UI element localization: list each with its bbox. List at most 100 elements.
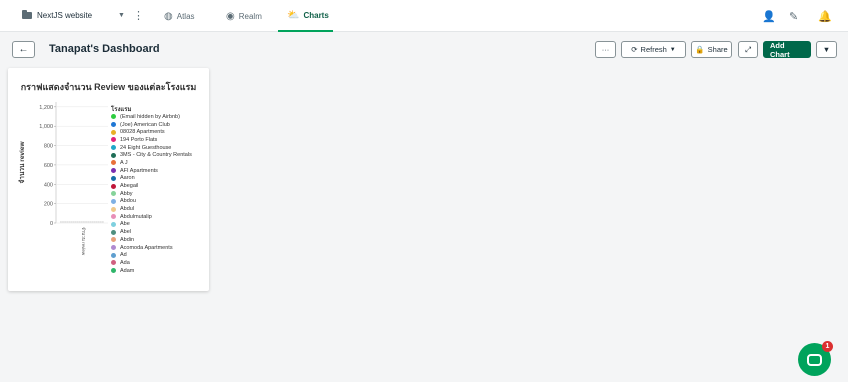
legend-swatch [111,221,116,227]
legend-swatch [111,168,116,174]
tab-atlas-label: Atlas [176,11,195,21]
charts-icon: ⛅ [287,9,300,21]
project-name: NextJS website [37,11,93,20]
legend-item[interactable]: 194 Porto Flats [111,136,209,144]
legend-swatch [111,268,116,274]
chart-card[interactable]: กราฟแสดงจำนวน Review ของแต่ละโรงแรม 0 200… [8,68,209,291]
arrow-left-icon: ← [18,44,29,55]
back-button[interactable]: ← [12,41,35,58]
legend-item[interactable]: Abe [111,221,209,229]
bar[interactable] [89,221,92,223]
legend-swatch [111,237,116,243]
user-edit-icon[interactable]: ✎ [789,10,798,23]
dashboard-toolbar: ← Tanapat's Dashboard ··· ⟳ Refresh ▼ 🔒 … [0,33,848,65]
bar[interactable] [85,221,87,223]
folder-icon [22,10,32,19]
filter-icon: ▼ [822,45,831,54]
chart-legend: โรงแรม (Email hidden by Airbnb) (Joe) Ame… [111,104,209,274]
bar[interactable] [83,221,85,223]
legend-swatch [111,229,116,235]
bar[interactable] [95,221,98,223]
legend-item[interactable]: Abdin [111,236,209,244]
legend-item[interactable]: 3MS - City & Country Rentals [111,151,209,159]
legend-label: Abegail [120,183,139,190]
add-chart-button[interactable]: Add Chart [763,41,811,59]
top-navigation-bar: NextJS website ▼ ⋮ ◍ Atlas ◉ Realm ⛅ Cha… [0,0,848,32]
legend-item[interactable]: A J [111,159,209,167]
legend-label: Abdin [120,236,135,243]
legend-label: A J [120,159,128,166]
bar[interactable] [66,221,69,223]
legend-title: โรงแรม [111,107,132,113]
atlas-icon: ◍ [164,10,173,22]
bar[interactable] [72,221,75,223]
y-axis-title: จำนวน review [18,141,26,184]
project-selector[interactable]: NextJS website [22,10,93,20]
chevron-down-icon[interactable]: ▼ [118,12,125,19]
legend-item[interactable]: Abdulmutalip [111,213,209,221]
tab-realm-label: Realm [238,11,262,21]
bar[interactable] [70,221,73,223]
tab-charts[interactable]: ⛅ Charts [278,0,333,32]
tab-atlas[interactable]: ◍ Atlas [155,0,204,32]
legend-item[interactable]: Abegail [111,182,209,190]
bar[interactable] [76,221,79,223]
bar[interactable] [80,221,83,223]
legend-item[interactable]: (Email hidden by Airbnb) [111,113,209,121]
legend-swatch [111,245,116,251]
bar[interactable] [101,221,104,223]
legend-item[interactable]: 24 Eight Guesthouse [111,144,209,152]
legend-swatch [111,214,116,220]
legend-swatch [111,206,116,212]
share-button[interactable]: 🔒 Share [691,41,732,58]
filter-button[interactable]: ▼ [816,41,837,58]
legend-label: Aaron [120,175,135,182]
legend-swatch [111,152,116,158]
legend-item[interactable]: 08028 Apartments [111,128,209,136]
x-category-label: จำนวน review [81,227,87,256]
legend-item[interactable]: Aaron [111,175,209,183]
bar[interactable] [93,221,96,223]
tab-charts-label: Charts [303,10,329,20]
fullscreen-button[interactable]: ⤢ [738,41,758,58]
chart-title: กราฟแสดงจำนวน Review ของแต่ละโรงแรม [20,82,197,92]
legend-item[interactable]: Adam [111,267,209,274]
legend-item[interactable]: Abdul [111,205,209,213]
realm-icon: ◉ [226,10,235,22]
bar[interactable] [74,221,77,223]
legend-item[interactable]: Acomoda Apartments [111,244,209,252]
legend-item[interactable]: AFI Apartments [111,167,209,175]
bar[interactable] [78,221,81,223]
tab-realm[interactable]: ◉ Realm [217,0,271,32]
legend-swatch [111,198,116,204]
legend-item[interactable]: Abel [111,228,209,236]
legend-item[interactable]: Abby [111,190,209,198]
refresh-label: Refresh [640,45,667,54]
more-button[interactable]: ··· [595,41,616,58]
bar[interactable] [87,221,90,223]
legend-label: 194 Porto Flats [120,136,158,143]
bar[interactable] [64,221,66,223]
share-label: Share [707,45,728,54]
legend-item[interactable]: Ad [111,251,209,259]
legend-label: Abe [120,221,130,228]
bell-icon[interactable]: 🔔 [818,10,832,23]
lock-icon: 🔒 [695,45,705,54]
bar[interactable] [62,221,64,223]
legend-swatch [111,191,116,197]
bar[interactable] [97,221,100,223]
bar[interactable] [68,221,71,223]
legend-item[interactable]: Abdou [111,198,209,206]
legend-item[interactable]: Ada [111,259,209,267]
y-tick-label: 400 [44,182,53,188]
more-options-icon[interactable]: ⋮ [133,9,144,22]
refresh-settings-icon: ⟳ [631,45,638,54]
bar[interactable] [91,221,94,223]
refresh-button[interactable]: ⟳ Refresh ▼ [621,41,686,58]
user-icon[interactable]: 👤 [762,10,776,23]
bar[interactable] [99,221,102,223]
legend-label: Ada [120,259,130,266]
bar[interactable] [60,221,62,223]
legend-swatch [111,129,116,135]
legend-item[interactable]: (Joe) American Club [111,121,209,129]
